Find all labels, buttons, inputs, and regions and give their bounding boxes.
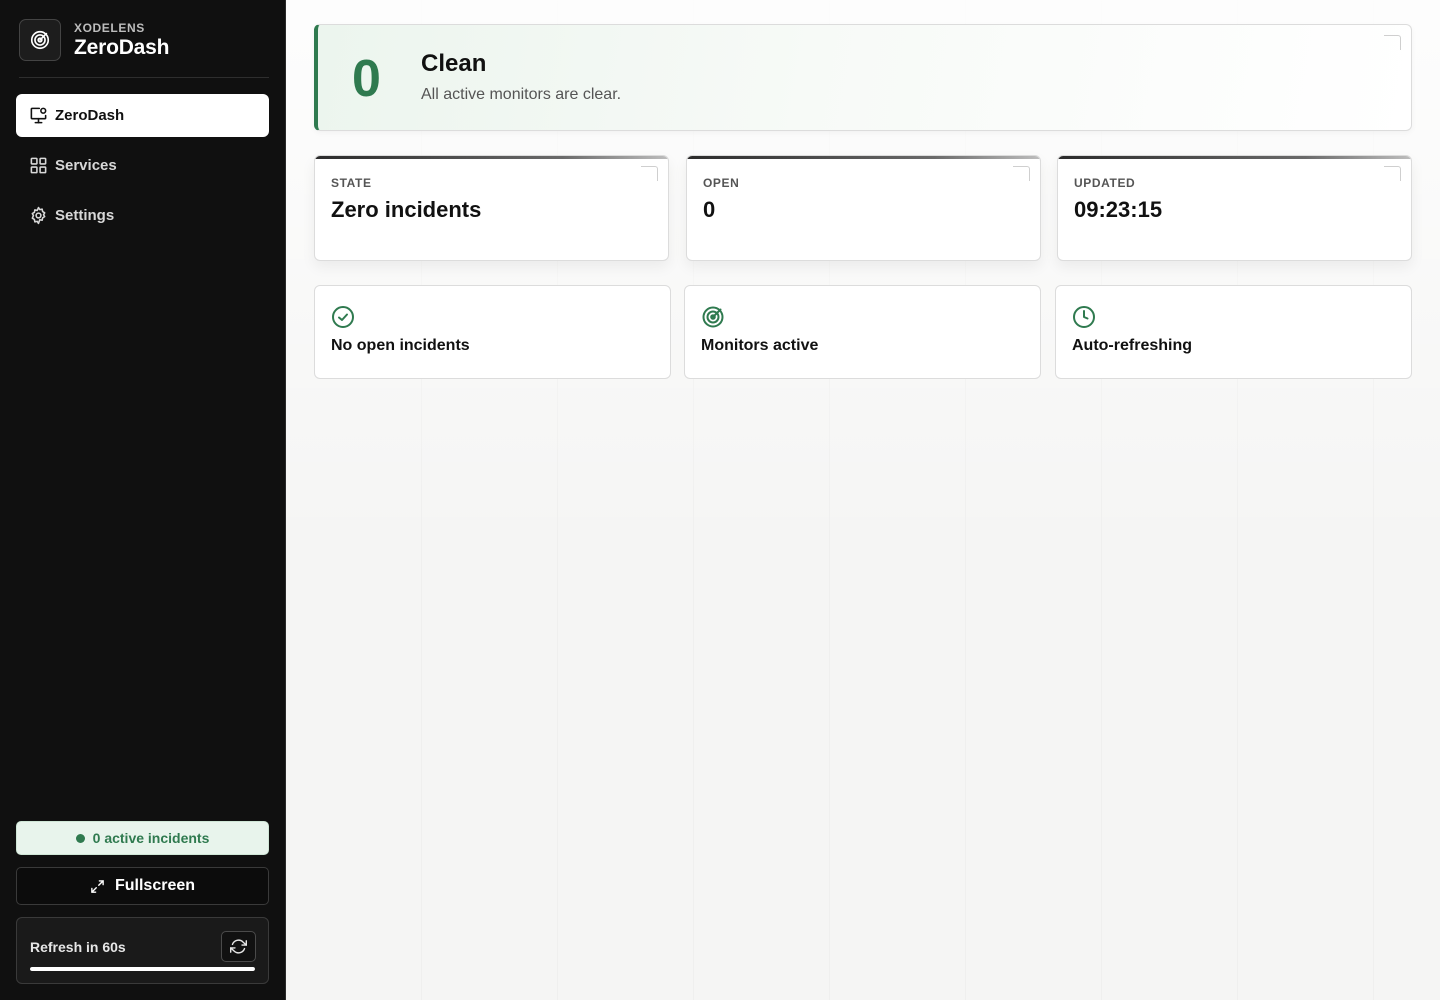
status-title: Clean [421,50,487,77]
brand-kicker: XODELENS [74,21,145,35]
clock-icon [1072,305,1096,329]
sidebar-item-label: Settings [55,207,115,224]
sidebar-nav: ZeroDash Services Settings [16,94,269,244]
status-hero: 0 Clean All active monitors are clear. [314,24,1412,131]
sidebar-item-settings[interactable]: Settings [16,194,269,237]
radar-icon [701,305,725,329]
sidebar-item-label: ZeroDash [55,107,125,124]
fullscreen-label: Fullscreen [114,877,196,894]
sidebar-item-label: Services [55,157,117,174]
refresh-progress-bar [30,967,255,971]
check-circle-icon [331,305,355,329]
feature-label: No open incidents [331,337,470,354]
sidebar-item-zerodash[interactable]: ZeroDash [16,94,269,137]
feature-card-no-incidents: No open incidents [314,285,671,379]
gear-icon [29,206,48,225]
main-content: 0 Clean All active monitors are clear. S… [286,0,1440,1000]
feature-label: Monitors active [701,337,819,354]
sidebar-item-services[interactable]: Services [16,144,269,187]
card-accent-bar [315,156,668,159]
active-incidents-badge: 0 active incidents [16,821,269,855]
corner-mark-icon [1384,166,1401,181]
monitor-icon [29,106,48,125]
corner-mark-icon [1013,166,1030,181]
stat-value: 09:23:15 [1074,197,1163,222]
refresh-button[interactable] [221,931,256,962]
sidebar: XODELENS ZeroDash ZeroDash Services Sett… [0,0,286,1000]
active-incidents-text: 0 active incidents [92,830,210,846]
refresh-icon [230,938,247,955]
stat-label: UPDATED [1074,176,1136,190]
feature-card-monitors: Monitors active [684,285,1041,379]
stat-card-updated: UPDATED 09:23:15 [1057,155,1412,261]
stat-card-state: STATE Zero incidents [314,155,669,261]
stat-label: OPEN [703,176,740,190]
grid-icon [29,156,48,175]
feature-label: Auto-refreshing [1072,337,1192,354]
corner-mark-icon [641,166,658,181]
refresh-progress-fill [30,967,255,971]
refresh-panel: Refresh in 60s [16,917,269,984]
status-dot-icon [75,833,85,843]
radar-icon [19,19,61,61]
card-accent-bar [687,156,1040,159]
incident-count: 0 [352,50,381,108]
feature-card-auto-refresh: Auto-refreshing [1055,285,1412,379]
stat-value: Zero incidents [331,197,482,222]
card-accent-bar [1058,156,1411,159]
corner-mark-icon [1384,35,1401,50]
stat-card-open: OPEN 0 [686,155,1041,261]
status-subtitle: All active monitors are clear. [421,86,622,103]
brand-name: ZeroDash [74,36,170,59]
stat-label: STATE [331,176,372,190]
refresh-countdown: Refresh in 60s [30,939,126,955]
stat-value: 0 [703,197,716,222]
brand: XODELENS ZeroDash [19,19,269,78]
fullscreen-button[interactable]: Fullscreen [16,867,269,905]
expand-icon [90,879,105,894]
